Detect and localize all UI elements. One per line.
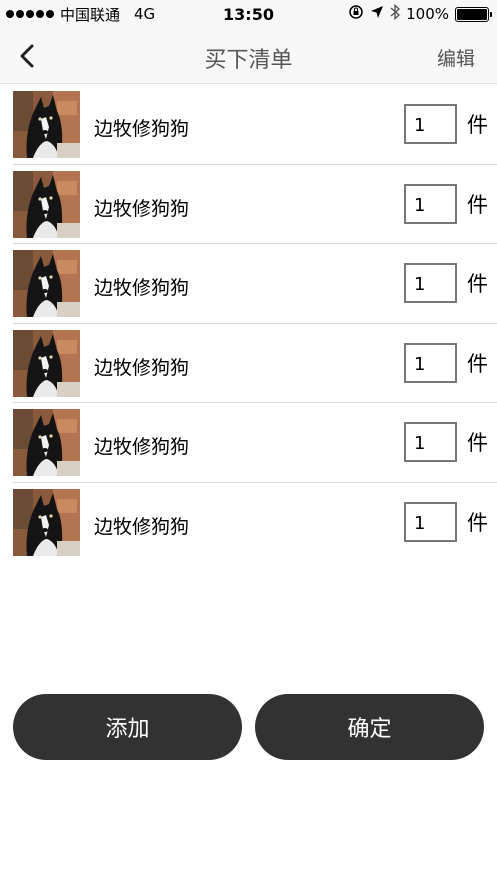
- item-name: 边牧修狗狗: [94, 436, 190, 458]
- list-item[interactable]: 边牧修狗狗 1 件: [13, 324, 497, 403]
- battery-icon: [455, 6, 492, 22]
- bluetooth-icon: [390, 3, 401, 24]
- confirm-button[interactable]: 确定: [255, 694, 484, 760]
- item-thumbnail: [13, 250, 80, 317]
- list-item[interactable]: 边牧修狗狗 1 件: [13, 165, 497, 244]
- dog-photo: [13, 409, 80, 476]
- item-name: 边牧修狗狗: [94, 515, 190, 538]
- page-title: 买下清单: [204, 48, 293, 73]
- quantity-unit: 件: [467, 113, 488, 137]
- battery-fill: [457, 8, 487, 20]
- rotation-lock-icon: [348, 4, 364, 24]
- quantity-unit: 件: [467, 431, 488, 455]
- dog-photo: [13, 250, 80, 317]
- status-bar: 中国联通 4G 13:50 100%: [0, 0, 497, 28]
- quantity-unit: 件: [467, 351, 488, 376]
- item-name: 边牧修狗狗: [94, 277, 190, 299]
- network-type: 4G: [134, 5, 156, 23]
- list-item[interactable]: 边牧修狗狗 1 件: [13, 483, 497, 563]
- item-name: 边牧修狗狗: [94, 356, 190, 379]
- quantity-input[interactable]: 1: [404, 342, 457, 383]
- signal-strength-icon: [6, 10, 54, 18]
- item-thumbnail: [13, 409, 80, 476]
- quantity-input[interactable]: 1: [404, 501, 457, 542]
- item-name: 边牧修狗狗: [94, 118, 190, 140]
- item-thumbnail: [13, 91, 80, 158]
- quantity-input[interactable]: 1: [404, 183, 457, 224]
- dog-photo: [13, 488, 80, 556]
- quantity-input[interactable]: 1: [404, 422, 457, 462]
- item-thumbnail: [13, 170, 80, 238]
- carrier-name: 中国联通: [60, 5, 121, 24]
- item-thumbnail: [13, 488, 80, 556]
- location-arrow-icon: [370, 5, 384, 23]
- battery-percent: 100%: [406, 5, 449, 23]
- edit-button[interactable]: 编辑: [437, 44, 475, 71]
- list-item[interactable]: 边牧修狗狗 1 件: [13, 244, 497, 324]
- dog-photo: [13, 91, 80, 158]
- status-left: 中国联通 4G: [6, 4, 155, 25]
- item-thumbnail: [13, 329, 80, 397]
- add-button[interactable]: 添加: [13, 694, 242, 760]
- quantity-input[interactable]: 1: [404, 263, 457, 303]
- nav-bar: 买下清单 编辑: [0, 28, 497, 84]
- status-right: 100%: [348, 3, 492, 24]
- dog-photo: [13, 329, 80, 397]
- quantity-unit: 件: [467, 192, 488, 217]
- item-name: 边牧修狗狗: [94, 197, 190, 220]
- quantity-input[interactable]: 1: [404, 104, 457, 144]
- quantity-unit: 件: [467, 510, 488, 535]
- list-item[interactable]: 边牧修狗狗 1 件: [13, 403, 497, 483]
- list-item[interactable]: 边牧修狗狗 1 件: [13, 85, 497, 165]
- quantity-unit: 件: [467, 272, 488, 296]
- shopping-list: 边牧修狗狗 1 件 边牧修狗狗 1 件 边牧修狗狗 1 件 边牧修狗狗 1 件 …: [0, 85, 497, 562]
- dog-photo: [13, 170, 80, 238]
